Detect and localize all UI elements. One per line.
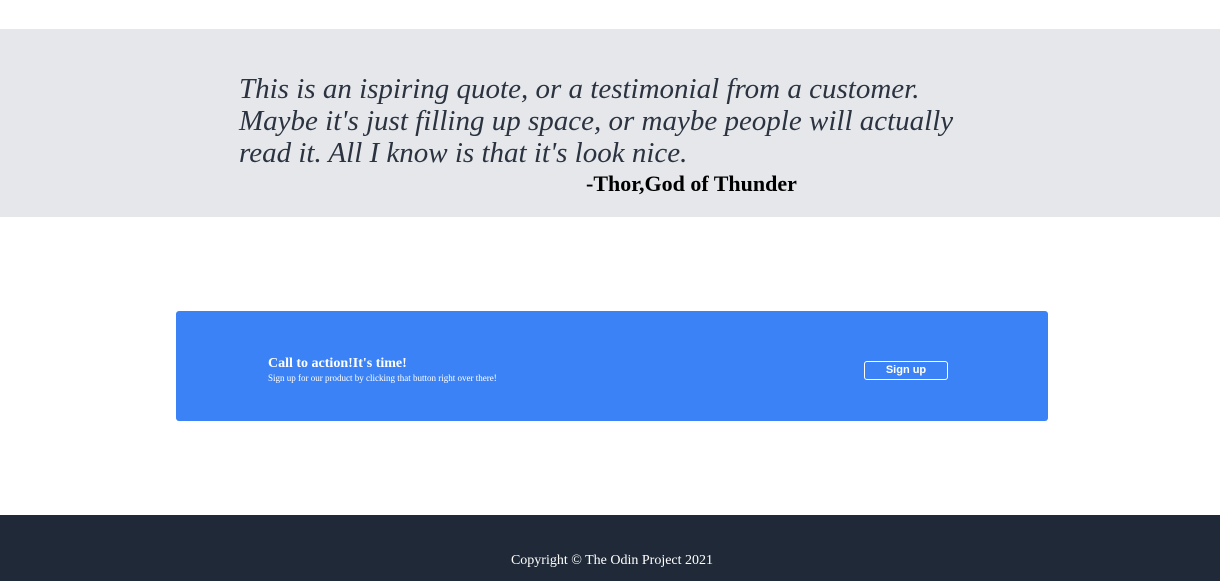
footer: Copyright © The Odin Project 2021 (0, 515, 1220, 581)
cta-title: Call to action!It's time! (268, 356, 407, 371)
cta-subtitle: Sign up for our product by clicking that… (268, 373, 497, 383)
call-to-action-banner: Call to action!It's time! Sign up for ou… (176, 311, 1048, 421)
copyright-text: Copyright © The Odin Project 2021 (510, 553, 714, 568)
quote-section: This is an ispiring quote, or a testimon… (0, 29, 1220, 217)
quote-text: This is an ispiring quote, or a testimon… (239, 73, 954, 169)
page: This is an ispiring quote, or a testimon… (0, 0, 1220, 581)
quote-author: -Thor,God of Thunder (586, 171, 797, 196)
sign-up-button[interactable]: Sign up (864, 361, 948, 380)
